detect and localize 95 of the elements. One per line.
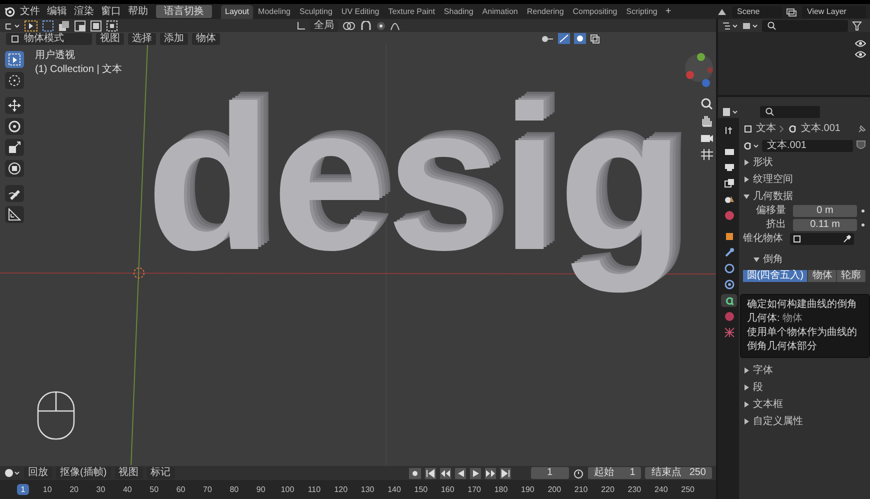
workspace-tab[interactable]: Animation xyxy=(478,4,522,18)
end-label: 结束点 xyxy=(651,467,682,479)
menu-item[interactable]: 文件 xyxy=(17,6,43,18)
frame-number: 90 xyxy=(256,485,266,494)
workspace-tab[interactable]: Shading xyxy=(440,4,478,18)
panel-title: 纹理空间 xyxy=(753,174,793,186)
orientation-dropdown[interactable]: 全局 xyxy=(310,20,338,32)
frame-number: 130 xyxy=(360,485,374,494)
timeline-menu[interactable]: 抠像(插帧) xyxy=(56,467,111,479)
panel-title: 自定义属性 xyxy=(753,416,803,428)
menu-item[interactable]: 渲染 xyxy=(71,6,97,18)
viewport-menu[interactable]: 添加 xyxy=(160,32,188,44)
panel-title: 倒角 xyxy=(763,254,783,266)
frame-number: 60 xyxy=(176,485,186,494)
workspace-tab[interactable]: UV Editing xyxy=(337,4,384,18)
frame-number: 70 xyxy=(203,485,212,494)
workspace-tab[interactable]: Compositing xyxy=(568,4,622,18)
frame-number: 50 xyxy=(150,485,159,494)
viewport-menu[interactable]: 选择 xyxy=(128,32,156,44)
3d-text-object: desig xyxy=(145,62,686,292)
breadcrumb-item: 文本 xyxy=(756,122,776,134)
workspace-tab[interactable]: Modeling xyxy=(254,4,294,18)
tooltip-description: 使用单个物体作为曲线的倒角几何体部分 xyxy=(747,326,858,354)
segment-button[interactable]: 圆(四舍五入) xyxy=(743,270,808,282)
viewport-menu[interactable]: 视图 xyxy=(96,32,124,44)
workspace-tab[interactable]: Sculpting xyxy=(296,4,336,18)
scene-field[interactable]: Scene xyxy=(732,6,782,18)
frame-number: 10 xyxy=(42,485,52,494)
frame-number: 200 xyxy=(548,485,562,494)
panel-header[interactable]: 几何数据 xyxy=(739,190,870,203)
frame-number: 40 xyxy=(122,485,132,494)
panel-header[interactable]: 段 xyxy=(739,381,870,394)
add-workspace-button[interactable]: + xyxy=(662,6,674,18)
viewport-menu[interactable]: 物体 xyxy=(192,32,220,44)
frame-number: 210 xyxy=(574,485,588,494)
panel-header[interactable]: 文本框 xyxy=(739,398,870,411)
timeline-menu[interactable]: 回放 xyxy=(24,467,52,479)
panel-title: 字体 xyxy=(753,364,773,376)
panel-header[interactable]: 倒角 xyxy=(739,253,870,266)
frame-number: 190 xyxy=(521,485,534,494)
panel-header[interactable]: 纹理空间 xyxy=(739,173,870,186)
frame-number: 240 xyxy=(654,485,668,494)
panel-header[interactable]: 形状 xyxy=(739,156,870,169)
menu-item[interactable]: 帮助 xyxy=(125,6,151,18)
segment-button[interactable]: 物体 xyxy=(808,270,838,282)
timeline-menu[interactable]: 标记 xyxy=(146,467,175,479)
mode-label: 物体模式 xyxy=(24,32,64,44)
field-label: 偏移量 xyxy=(756,204,786,216)
field-label: 挤出 xyxy=(766,218,786,230)
panel-title: 形状 xyxy=(753,156,773,168)
workspace-tab[interactable]: Scripting xyxy=(622,4,662,18)
current-frame-marker[interactable]: 1 xyxy=(16,484,30,495)
segment-button[interactable]: 轮廓 xyxy=(837,270,866,282)
frame-number: 150 xyxy=(414,485,428,494)
menu-item[interactable]: 编辑 xyxy=(44,6,70,18)
collection-label: (1) Collection | 文本 xyxy=(35,63,122,77)
frame-number: 170 xyxy=(468,485,482,494)
menu-item[interactable]: 窗口 xyxy=(98,6,124,18)
frame-number: 100 xyxy=(280,485,294,494)
timeline-menu[interactable]: 视图 xyxy=(114,467,143,479)
start-label: 起始 xyxy=(594,467,614,479)
start-value: 1 xyxy=(630,467,636,479)
tooltip-title: 确定如何构建曲线的倒角几何体: 物体 xyxy=(747,298,858,326)
frame-number: 160 xyxy=(440,485,454,494)
view-layer-field[interactable]: View Layer xyxy=(802,6,866,18)
frame-number: 120 xyxy=(334,485,348,494)
end-value: 250 xyxy=(689,467,706,479)
frame-number: 80 xyxy=(230,485,239,494)
frame-number: 110 xyxy=(308,485,321,494)
panel-title: 段 xyxy=(753,382,763,394)
panel-header[interactable]: 字体 xyxy=(739,364,870,377)
frame-number: 220 xyxy=(601,485,614,494)
panel-title: 几何数据 xyxy=(753,190,793,202)
number-field[interactable]: 0 m xyxy=(793,204,857,216)
frame-number: 250 xyxy=(681,485,695,494)
breadcrumb-item: 文本.001 xyxy=(801,122,840,134)
workspace-tab[interactable]: Rendering xyxy=(522,4,568,18)
frame-number: 180 xyxy=(494,485,508,494)
panel-title: 文本框 xyxy=(753,398,783,410)
start-frame-field[interactable]: 起始 1 xyxy=(588,467,642,479)
language-button[interactable]: 语言切换 xyxy=(156,5,212,18)
frame-number: 230 xyxy=(628,485,642,494)
current-frame-field[interactable]: 1 xyxy=(530,467,569,479)
panel-header[interactable]: 自定义属性 xyxy=(739,415,870,428)
number-field[interactable]: 0.11 m xyxy=(793,218,857,230)
frame-number: 20 xyxy=(70,485,78,494)
frame-number: 140 xyxy=(388,485,401,494)
workspace-tab[interactable]: Texture Paint xyxy=(384,4,439,18)
datablock-field[interactable]: 文本.001 xyxy=(762,140,853,152)
mode-dropdown[interactable]: 物体模式 xyxy=(6,32,92,44)
workspace-tab[interactable]: Layout xyxy=(221,4,254,18)
end-frame-field[interactable]: 结束点 250 xyxy=(645,467,712,479)
field-label: 锥化物体 xyxy=(743,232,783,244)
frame-number: 30 xyxy=(96,485,106,494)
view-name: 用户透视 xyxy=(35,49,76,63)
